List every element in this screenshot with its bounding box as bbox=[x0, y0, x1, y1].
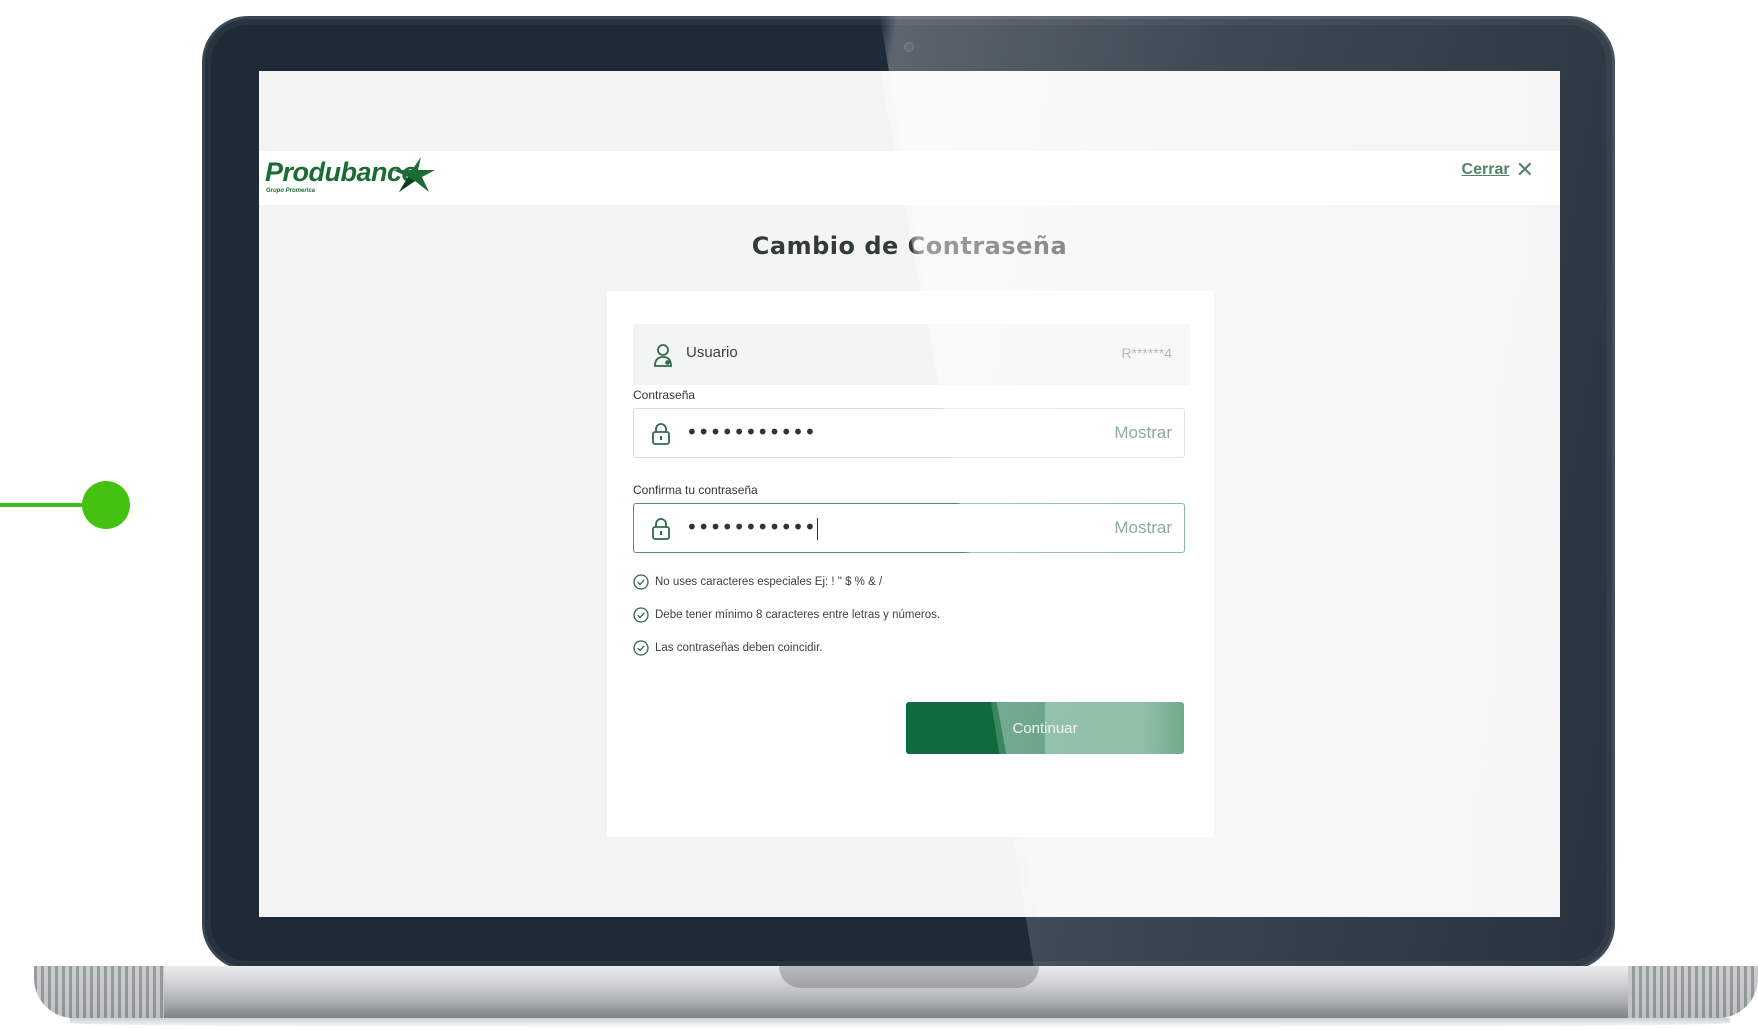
password-change-card: Usuario R******4 Contraseña ••••••••••• … bbox=[607, 291, 1214, 837]
page-title: Cambio de Contraseña bbox=[751, 232, 1068, 260]
rule-passwords-match: Las contraseñas deben coincidir. bbox=[633, 640, 823, 656]
check-circle-icon bbox=[633, 607, 649, 623]
connector-line bbox=[0, 503, 90, 507]
check-circle-icon bbox=[633, 640, 649, 656]
laptop-screen: Produbanco Grupo Promerica Cerrar ✕ Camb… bbox=[259, 71, 1560, 917]
rule-text: No uses caracteres especiales Ej: ! " $ … bbox=[655, 576, 883, 588]
connector-dot bbox=[82, 481, 130, 529]
star-logo-icon bbox=[393, 157, 435, 192]
header-bar: Produbanco Grupo Promerica Cerrar ✕ bbox=[259, 151, 1560, 205]
password-label: Contraseña bbox=[633, 388, 696, 402]
password-value: ••••••••••• bbox=[686, 420, 816, 444]
confirm-password-value-wrap: ••••••••••• bbox=[686, 515, 818, 540]
close-button[interactable]: Cerrar ✕ bbox=[1462, 159, 1534, 181]
rule-text: Las contraseñas deben coincidir. bbox=[655, 642, 823, 654]
user-label: Usuario bbox=[686, 344, 738, 361]
user-value: R******4 bbox=[1121, 345, 1172, 361]
user-icon bbox=[654, 344, 672, 367]
show-password-button[interactable]: Mostrar bbox=[1114, 423, 1172, 443]
user-row: Usuario R******4 bbox=[633, 324, 1190, 385]
camera-icon bbox=[904, 42, 914, 52]
confirm-password-label: Confirma tu contraseña bbox=[633, 483, 758, 497]
continue-button[interactable]: Continuar bbox=[906, 702, 1184, 754]
lock-icon bbox=[652, 518, 670, 540]
show-confirm-password-button[interactable]: Mostrar bbox=[1114, 518, 1172, 538]
logo-subtext: Grupo Promerica bbox=[266, 188, 316, 194]
laptop-shadow bbox=[70, 1018, 1730, 1028]
rule-special-characters: No uses caracteres especiales Ej: ! " $ … bbox=[633, 574, 882, 590]
text-caret bbox=[816, 517, 818, 540]
close-label: Cerrar bbox=[1461, 161, 1510, 178]
laptop-notch bbox=[779, 966, 1039, 988]
produbanco-logo: Produbanco Grupo Promerica bbox=[265, 157, 435, 194]
close-icon: ✕ bbox=[1515, 157, 1534, 182]
rule-text: Debe tener mínimo 8 caracteres entre let… bbox=[655, 609, 941, 621]
confirm-password-value: ••••••••••• bbox=[686, 515, 816, 539]
lock-icon bbox=[652, 423, 670, 445]
rule-min-length: Debe tener mínimo 8 caracteres entre let… bbox=[633, 607, 940, 623]
confirm-password-field[interactable]: ••••••••••• Mostrar bbox=[633, 503, 1185, 553]
password-field[interactable]: ••••••••••• Mostrar bbox=[633, 408, 1185, 458]
check-circle-icon bbox=[633, 574, 649, 590]
